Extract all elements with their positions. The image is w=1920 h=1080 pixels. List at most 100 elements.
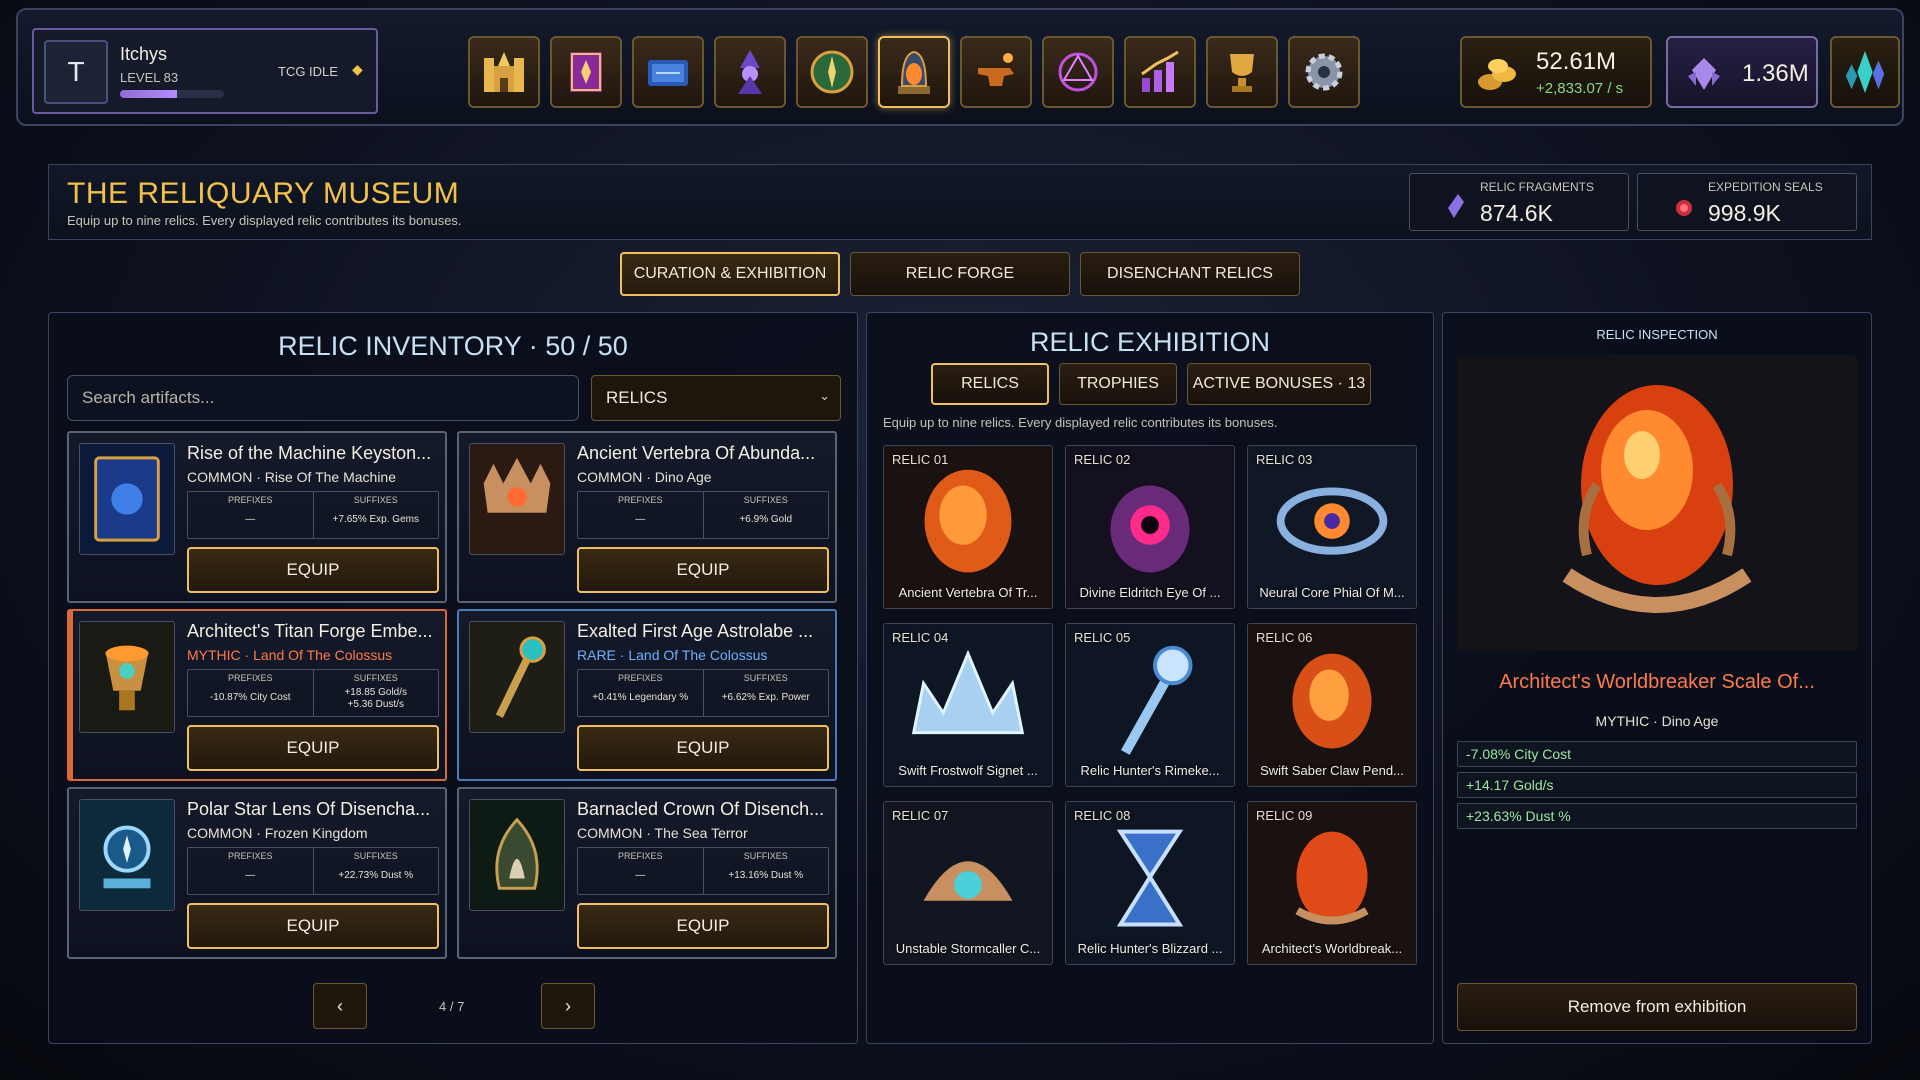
player-level: LEVEL 83 (120, 70, 179, 85)
inventory-card[interactable]: Polar Star Lens Of Disencha... COMMON · … (67, 787, 447, 959)
gold-counter[interactable]: 52.61M +2,833.07 / s (1460, 36, 1652, 108)
equip-button[interactable]: EQUIP (187, 725, 439, 771)
prefix-header: PREFIXES (617, 851, 663, 861)
nav-compass-button[interactable] (796, 36, 868, 108)
slot-relic-name: Ancient Vertebra Of Tr... (898, 585, 1038, 600)
equip-button[interactable]: EQUIP (577, 547, 829, 593)
suffix-value: +18.85 Gold/s (344, 687, 408, 698)
dust-counter[interactable]: 1.36M (1666, 36, 1818, 108)
tab-active-bonuses[interactable]: ACTIVE BONUSES · 13 (1187, 363, 1371, 405)
relic-art-neural-core (1248, 446, 1416, 608)
relic-slot[interactable]: RELIC 05 Relic Hunter's Rimeke... (1065, 623, 1235, 787)
affix-table: PREFIXES — SUFFIXES +22.73% Dust % (187, 847, 439, 895)
relic-tag: RARE · Land Of The Colossus (577, 647, 768, 663)
relic-slot[interactable]: RELIC 01 Ancient Vertebra Of Tr... (883, 445, 1053, 609)
slot-label: RELIC 07 (892, 808, 949, 823)
relic-art-keystone (79, 443, 175, 555)
search-input[interactable]: Search artifacts... (67, 375, 579, 421)
suffix-header: SUFFIXES (743, 495, 788, 505)
relic-art-barnacled-crown (469, 799, 565, 911)
equip-button[interactable]: EQUIP (577, 903, 829, 949)
crystal-shop-button[interactable] (1830, 36, 1900, 108)
relic-art-vertebra (469, 443, 565, 555)
inspected-relic-name: Architect's Worldbreaker Scale Of... (1499, 671, 1815, 693)
prefix-header: PREFIXES (227, 673, 273, 683)
tab-disenchant-relics[interactable]: DISENCHANT RELICS (1080, 252, 1300, 296)
relic-art-polar-lens (79, 799, 175, 911)
affix-table: PREFIXES — SUFFIXES +13.16% Dust % (577, 847, 829, 895)
prefix-header: PREFIXES (617, 673, 663, 683)
page-title: THE RELIQUARY MUSEUM (67, 177, 460, 210)
relic-art-saber-claw (1248, 624, 1416, 786)
inventory-card[interactable]: Exalted First Age Astrolabe ... RARE · L… (457, 609, 837, 781)
relic-tag: COMMON · Dino Age (577, 469, 712, 485)
slot-relic-name: Architect's Worldbreak... (1261, 941, 1403, 956)
affix-table: PREFIXES -10.87% City Cost SUFFIXES +18.85… (187, 669, 439, 717)
nav-runes-button[interactable] (1042, 36, 1114, 108)
prev-page-button[interactable]: ‹ (313, 983, 367, 1029)
avatar[interactable]: T (44, 40, 108, 104)
relic-slot[interactable]: RELIC 08 Relic Hunter's Blizzard ... (1065, 801, 1235, 965)
equip-button[interactable]: EQUIP (577, 725, 829, 771)
nav-trophies-button[interactable] (1206, 36, 1278, 108)
inventory-card[interactable]: Ancient Vertebra Of Abunda... COMMON · D… (457, 431, 837, 603)
relic-source: Land Of The Colossus (253, 647, 393, 663)
tab-relics[interactable]: RELICS (931, 363, 1049, 405)
relic-filter-select[interactable]: RELICS ⌄ (591, 375, 841, 421)
main-nav (468, 36, 1360, 108)
rune-circle-icon (1058, 52, 1098, 92)
relic-inspection-panel: RELIC INSPECTION Architect's Worldbreake… (1442, 312, 1872, 1044)
suffix-value: +5.36 Dust/s (347, 699, 404, 710)
relic-name: Rise of the Machine Keyston... (187, 443, 432, 463)
relic-slot[interactable]: RELIC 09 Architect's Worldbreak... (1247, 801, 1417, 965)
relic-slot[interactable]: RELIC 06 Swift Saber Claw Pend... (1247, 623, 1417, 787)
relic-slot[interactable]: RELIC 03 Neural Core Phial Of M... (1247, 445, 1417, 609)
nav-upgrades-button[interactable] (1124, 36, 1196, 108)
tab-relic-forge[interactable]: RELIC FORGE (850, 252, 1070, 296)
relic-slot[interactable]: RELIC 02 Divine Eldritch Eye Of ... (1065, 445, 1235, 609)
suffix-header: SUFFIXES (353, 851, 398, 861)
suffix-value: +7.65% Exp. Gems (332, 514, 419, 525)
spellbook-icon (570, 52, 602, 92)
exhibition-tabs: RELICS TROPHIES ACTIVE BONUSES · 13 (931, 363, 1371, 405)
slot-label: RELIC 02 (1074, 452, 1131, 467)
relic-art-worldbreaker-egg (1248, 802, 1416, 964)
suffix-header: SUFFIXES (743, 851, 788, 861)
suffix-value: +6.62% Exp. Power (721, 692, 810, 703)
dust-value: 1.36M (1742, 60, 1809, 87)
tab-curation-exhibition[interactable]: CURATION & EXHIBITION (620, 252, 840, 296)
slot-label: RELIC 04 (892, 630, 949, 645)
suffix-value: +6.9% Gold (739, 514, 793, 525)
equip-button[interactable]: EQUIP (187, 903, 439, 949)
nav-cards-button[interactable] (632, 36, 704, 108)
player-profile[interactable]: T Itchys LEVEL 83 TCG IDLE ◆ (32, 28, 378, 114)
nav-settings-button[interactable] (1288, 36, 1360, 108)
relic-fragment-icon (1448, 194, 1464, 218)
remove-from-exhibition-button[interactable]: Remove from exhibition (1457, 983, 1857, 1031)
relic-name: Ancient Vertebra Of Abunda... (577, 443, 816, 463)
nav-castle-button[interactable] (468, 36, 540, 108)
relic-art-hourglass (1066, 802, 1234, 964)
nav-spellbook-button[interactable] (550, 36, 622, 108)
expedition-seals-counter: EXPEDITION SEALS 998.9K (1637, 173, 1857, 231)
relic-slot[interactable]: RELIC 07 Unstable Stormcaller C... (883, 801, 1053, 965)
relic-exhibition-panel: RELIC EXHIBITION RELICS TROPHIES ACTIVE … (866, 312, 1434, 1044)
relic-art-frost-crown (884, 624, 1052, 786)
relic-rarity: RARE (577, 647, 616, 663)
nav-wizard-button[interactable] (714, 36, 786, 108)
equip-button[interactable]: EQUIP (187, 547, 439, 593)
next-page-button[interactable]: › (541, 983, 595, 1029)
suffix-value: +22.73% Dust % (338, 870, 414, 881)
nav-forge-button[interactable] (960, 36, 1032, 108)
inventory-card[interactable]: Architect's Titan Forge Embe... MYTHIC ·… (67, 609, 447, 781)
tab-trophies[interactable]: TROPHIES (1059, 363, 1177, 405)
slot-relic-name: Swift Frostwolf Signet ... (898, 763, 1038, 778)
nav-museum-button[interactable] (878, 36, 950, 108)
relic-slot[interactable]: RELIC 04 Swift Frostwolf Signet ... (883, 623, 1053, 787)
expedition-seal-icon (1676, 200, 1692, 216)
inventory-card[interactable]: Rise of the Machine Keyston... COMMON · … (67, 431, 447, 603)
inventory-card[interactable]: Barnacled Crown Of Disench... COMMON · T… (457, 787, 837, 959)
prefix-value: — (635, 870, 646, 881)
slot-label: RELIC 01 (892, 452, 949, 467)
relic-name: Exalted First Age Astrolabe ... (577, 621, 814, 641)
